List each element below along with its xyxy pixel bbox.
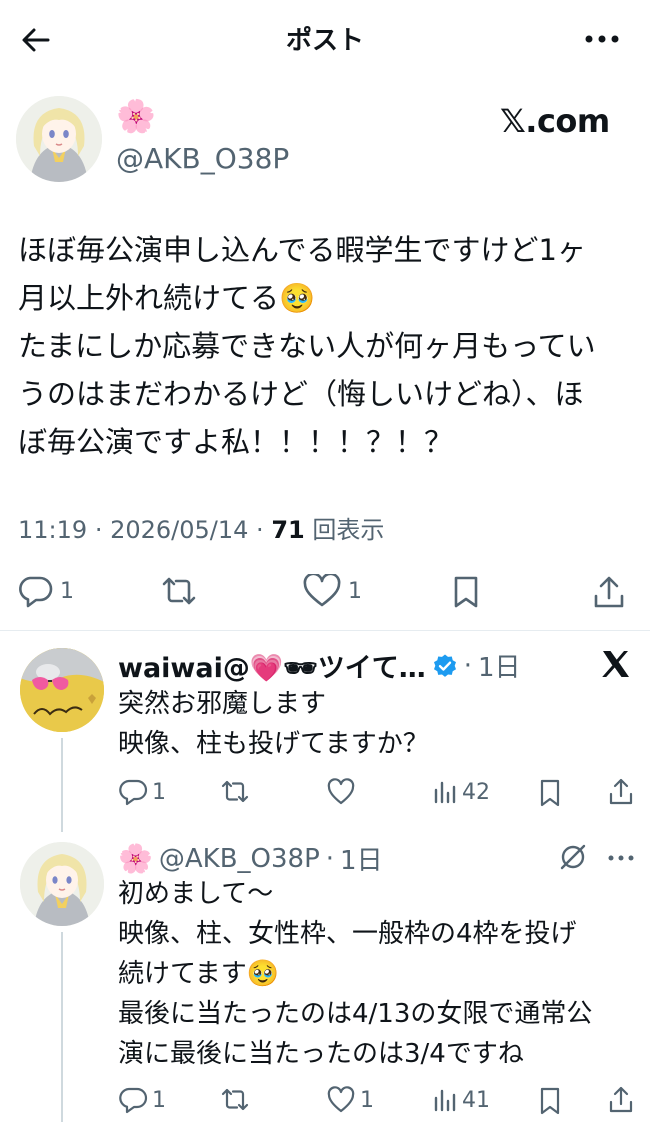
post-date[interactable]: 2026/05/14 xyxy=(110,516,248,544)
repost-icon xyxy=(158,574,200,608)
like-count: 1 xyxy=(360,1087,374,1113)
views-button[interactable]: 41 xyxy=(432,1086,490,1114)
views-button[interactable]: 42 xyxy=(432,778,490,806)
reply-line: 映像、柱、女性枠、一般枠の4枠を投げ xyxy=(118,919,577,949)
reply-line: 突然お邪魔します xyxy=(118,689,327,719)
reply-button[interactable]: 1 xyxy=(118,778,166,806)
grok-icon[interactable] xyxy=(558,842,588,872)
avatar[interactable] xyxy=(20,842,104,926)
separator-dot: · xyxy=(256,516,272,544)
like-button[interactable]: 1 xyxy=(326,1086,374,1114)
reply-line: 最後に当たったのは4/13の女限で通常公 xyxy=(118,999,593,1029)
brand-watermark: 𝕏.com xyxy=(500,102,610,140)
reply-time[interactable]: 1日 xyxy=(340,840,383,877)
reply-icon xyxy=(119,779,148,806)
post-line: ぼ毎公演ですよ私！！！！？！？ xyxy=(18,425,454,459)
post-line: 月以上外れ続けてる🥹 xyxy=(18,281,316,315)
more-options-icon[interactable] xyxy=(606,852,636,864)
reply-text: 初めまして〜 映像、柱、女性枠、一般枠の4枠を投げ 続けてます🥹 最後に当たった… xyxy=(118,874,592,1074)
display-name[interactable]: 🌸 xyxy=(116,98,156,134)
reply-display-name[interactable]: 🌸 xyxy=(118,842,153,875)
post-line: うのはまだわかるけど（悔しいけどね）、ほ xyxy=(18,377,584,411)
heart-icon xyxy=(327,778,355,805)
like-button[interactable] xyxy=(326,778,356,806)
reply-count: 1 xyxy=(152,1087,166,1113)
avatar[interactable] xyxy=(16,96,102,182)
divider xyxy=(0,630,650,631)
avatar[interactable] xyxy=(20,648,104,732)
share-icon xyxy=(609,1086,633,1113)
reply-handle[interactable]: @AKB_O38P xyxy=(159,844,320,874)
reply-button[interactable]: 1 xyxy=(118,1086,166,1114)
page-title: ポスト xyxy=(285,26,364,56)
reply-display-name[interactable]: waiwai@💗🕶ツイて… xyxy=(118,646,426,685)
bookmark-icon xyxy=(540,1087,560,1115)
thread-line xyxy=(61,738,63,832)
like-count: 1 xyxy=(348,578,362,604)
bookmark-button[interactable] xyxy=(448,574,484,610)
repost-icon xyxy=(221,1088,249,1111)
user-handle[interactable]: @AKB_O38P xyxy=(116,142,289,175)
post-line: ほぼ毎公演申し込んでる暇学生ですけど1ヶ xyxy=(18,233,587,267)
bar-chart-icon xyxy=(434,1089,456,1112)
reply-text: 突然お邪魔します 映像、柱も投げてますか？ xyxy=(118,684,429,764)
bookmark-button[interactable] xyxy=(536,1086,564,1116)
heart-icon xyxy=(327,1086,355,1113)
post-line: たまにしか応募できない人が何ヶ月もってい xyxy=(18,329,596,363)
thread-line xyxy=(61,932,63,1122)
reply-header: 🌸 @AKB_O38P · 1日 xyxy=(118,840,383,877)
view-label: 回表示 xyxy=(312,516,385,544)
separator-dot: · xyxy=(325,843,335,874)
bookmark-button[interactable] xyxy=(536,778,564,808)
reply-icon xyxy=(16,574,54,608)
share-button[interactable] xyxy=(606,776,636,808)
x-logo-icon xyxy=(600,648,632,680)
bookmark-icon xyxy=(448,574,484,610)
top-bar: ポスト xyxy=(0,0,650,78)
repost-button[interactable] xyxy=(158,574,200,608)
views-count: 42 xyxy=(462,779,490,805)
heart-icon xyxy=(302,574,342,608)
reply-line: 演に最後に当たったのは3/4ですね xyxy=(118,1039,524,1069)
share-icon xyxy=(609,778,633,805)
like-button[interactable]: 1 xyxy=(302,574,362,608)
share-button[interactable] xyxy=(590,574,628,612)
share-icon xyxy=(590,574,628,612)
bookmark-icon xyxy=(540,779,560,807)
post-meta: 11:19 · 2026/05/14 · 71 回表示 xyxy=(18,510,384,545)
post-text: ほぼ毎公演申し込んでる暇学生ですけど1ヶ 月以上外れ続けてる🥹 たまにしか応募で… xyxy=(18,226,634,466)
bar-chart-icon xyxy=(434,781,456,804)
repost-button[interactable] xyxy=(218,778,252,806)
reply-button[interactable]: 1 xyxy=(16,574,74,608)
views-count: 41 xyxy=(462,1087,490,1113)
reply-line: 映像、柱も投げてますか？ xyxy=(118,729,429,759)
reply-line: 続けてます🥹 xyxy=(118,959,280,989)
share-button[interactable] xyxy=(606,1084,636,1116)
reply-header: waiwai@💗🕶ツイて… · 1日 xyxy=(118,646,521,685)
reply-line: 初めまして〜 xyxy=(118,879,274,909)
repost-icon xyxy=(221,780,249,803)
separator-dot: · xyxy=(94,516,111,544)
view-count: 71 xyxy=(271,516,305,544)
reply-count: 1 xyxy=(152,779,166,805)
reply-count: 1 xyxy=(60,578,74,604)
reply-icon xyxy=(119,1087,148,1114)
separator-dot: · xyxy=(463,650,472,681)
more-options-icon[interactable] xyxy=(580,24,624,54)
verified-badge-icon xyxy=(432,653,458,679)
post-time[interactable]: 11:19 xyxy=(18,516,87,544)
reply-time[interactable]: 1日 xyxy=(478,647,521,684)
repost-button[interactable] xyxy=(218,1086,252,1114)
